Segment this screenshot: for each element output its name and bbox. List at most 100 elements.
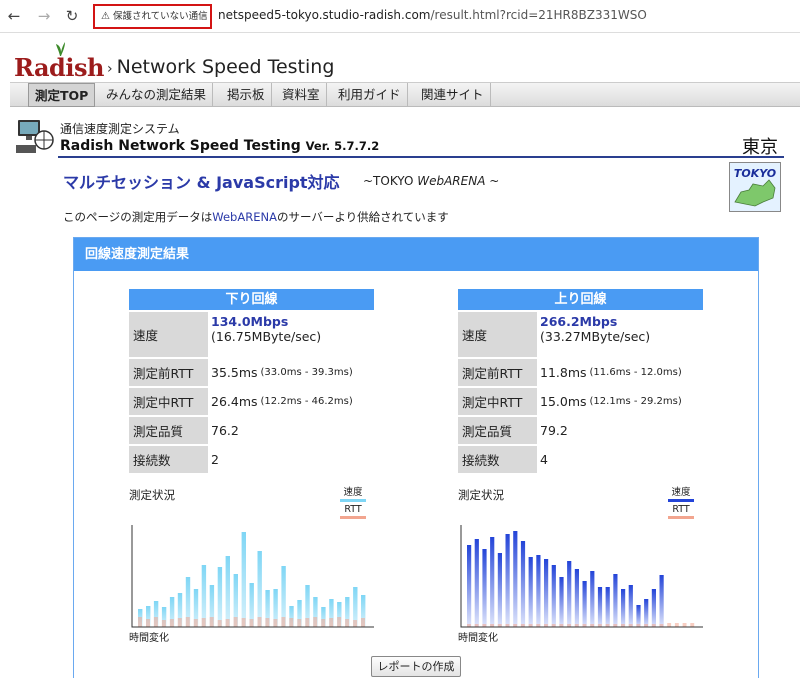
upload-x-label: 時間変化: [458, 633, 498, 644]
speed-bar: [605, 587, 610, 627]
notice-suffix: のサーバーより供給されています: [276, 210, 449, 224]
rtt-bar: [305, 618, 310, 627]
upload-result-table: 上り回線 速度 266.2Mbps (33.27MByte/sec) 測定前RT…: [458, 289, 703, 473]
table-row: 測定前RTT 35.5ms (33.0ms - 39.3ms): [129, 359, 374, 386]
rtt-bar: [361, 618, 365, 627]
upload-quality: 79.2: [540, 423, 568, 438]
rtt-bar: [265, 618, 270, 627]
rtt-bar: [138, 617, 142, 627]
site-logo[interactable]: Radish: [14, 53, 104, 82]
main-menu: 測定TOP みんなの測定結果 掲示板 資料室 利用ガイド 関連サイト: [10, 82, 800, 107]
chevron-right-icon: ›: [107, 61, 113, 77]
rtt-bar: [329, 618, 334, 627]
url-path: /result.html?rcid=21HR8BZ331WSO: [430, 8, 647, 22]
rtt-bar: [273, 619, 278, 627]
menu-item-top[interactable]: 測定TOP: [28, 83, 96, 107]
rtt-bar: [233, 617, 238, 627]
address-bar[interactable]: netspeed5-tokyo.studio-radish.com/result…: [218, 8, 647, 22]
rtt-bar: [193, 619, 198, 627]
upload-rtt-during: 15.0ms (12.1ms - 29.2ms): [537, 388, 703, 415]
site-title-text: Network Speed Testing: [116, 56, 335, 78]
speed-bar: [225, 556, 230, 627]
system-name-text: Radish Network Speed Testing: [60, 138, 301, 154]
url-host: netspeed5-tokyo.studio-radish.com: [218, 8, 431, 22]
rtt-bar: [353, 620, 358, 627]
rtt-bar: [241, 618, 246, 627]
security-indicator[interactable]: ⚠ 保護されていない通信: [93, 4, 212, 29]
speed-bar: [201, 565, 207, 627]
download-speed-bytes: (16.75MByte/sec): [211, 329, 322, 344]
upload-connections: 4: [540, 452, 548, 467]
multi-sub-brand: WebARENA: [417, 174, 486, 188]
speed-bar: [497, 553, 502, 627]
upload-speed-mbps: 266.2Mbps: [540, 314, 618, 329]
download-connections: 2: [211, 452, 219, 467]
speed-bar: [621, 589, 626, 627]
speed-bar: [482, 549, 487, 627]
rtt-before-label: 測定前RTT: [458, 359, 537, 386]
speed-bar: [628, 585, 633, 627]
rtt-bar: [297, 619, 302, 627]
speed-label: 速度: [129, 312, 208, 357]
download-speed-mbps: 134.0Mbps: [211, 314, 289, 329]
site-title: › Network Speed Testing: [107, 56, 334, 78]
multi-session-title: マルチセッション & JavaScript対応: [63, 173, 340, 192]
menu-item-board[interactable]: 掲示板: [221, 83, 272, 107]
legend-speed-swatch: [668, 499, 694, 502]
download-rtt-during-range: (12.2ms - 46.2ms): [260, 396, 353, 407]
menu-item-guide[interactable]: 利用ガイド: [332, 83, 408, 107]
speed-bar: [241, 532, 246, 627]
download-legend-rtt: RTT: [340, 504, 366, 519]
download-chart-title: 測定状況: [129, 488, 175, 502]
download-rtt-before-value: 35.5ms: [211, 365, 258, 380]
connections-label: 接続数: [458, 446, 537, 473]
rtt-bar: [690, 623, 695, 627]
table-row: 接続数 2: [129, 446, 374, 473]
rtt-bar: [217, 620, 222, 627]
badge-text: TOKYO: [734, 167, 776, 180]
quality-label: 測定品質: [129, 417, 208, 444]
server-city: 東京: [742, 137, 778, 158]
upload-rtt-during-range: (12.1ms - 29.2ms): [589, 396, 682, 407]
speed-bar: [582, 581, 587, 627]
back-arrow-icon[interactable]: ←: [4, 6, 24, 26]
upload-header: 上り回線: [458, 289, 703, 310]
table-row: 測定品質 79.2: [458, 417, 703, 444]
security-label: 保護されていない通信: [112, 11, 208, 22]
legend-rtt-label: RTT: [344, 504, 362, 515]
download-quality: 76.2: [211, 423, 239, 438]
rtt-bar: [345, 619, 350, 627]
table-row: 測定前RTT 11.8ms (11.6ms - 12.0ms): [458, 359, 703, 386]
network-computer-icon: [16, 120, 54, 153]
speed-bar: [651, 589, 656, 627]
quality-label: 測定品質: [458, 417, 537, 444]
download-header: 下り回線: [129, 289, 374, 310]
speed-bar: [636, 605, 641, 627]
rtt-bar: [249, 619, 254, 627]
rtt-bar: [209, 617, 214, 627]
warning-triangle-icon: ⚠: [101, 11, 110, 22]
rtt-bar: [161, 620, 166, 627]
create-report-button[interactable]: レポートの作成: [371, 656, 461, 677]
rtt-bar: [169, 619, 174, 627]
tokyo-map-badge: TOKYO: [729, 162, 781, 212]
rtt-bar: [257, 617, 262, 627]
multi-session-subtitle: ~TOKYO WebARENA ~: [363, 174, 499, 188]
forward-arrow-icon[interactable]: →: [34, 6, 54, 26]
rtt-bar: [674, 623, 679, 627]
rtt-bar: [177, 618, 182, 627]
menu-item-library[interactable]: 資料室: [276, 83, 327, 107]
speed-bar: [597, 587, 603, 627]
speed-bar: [644, 599, 649, 627]
reload-icon[interactable]: ↻: [62, 6, 82, 26]
speed-label: 速度: [458, 312, 537, 357]
download-rtt-before-range: (33.0ms - 39.3ms): [260, 367, 353, 378]
browser-toolbar: ← → ↻ ⚠ 保護されていない通信 netspeed5-tokyo.studio…: [0, 0, 800, 33]
download-x-label: 時間変化: [129, 633, 169, 644]
speed-bar: [467, 545, 472, 627]
menu-item-results[interactable]: みんなの測定結果: [100, 83, 214, 107]
rtt-bar: [667, 623, 672, 627]
upload-rtt-before-value: 11.8ms: [540, 365, 587, 380]
menu-item-related[interactable]: 関連サイト: [415, 83, 491, 107]
webarena-link[interactable]: WebARENA: [212, 210, 277, 224]
